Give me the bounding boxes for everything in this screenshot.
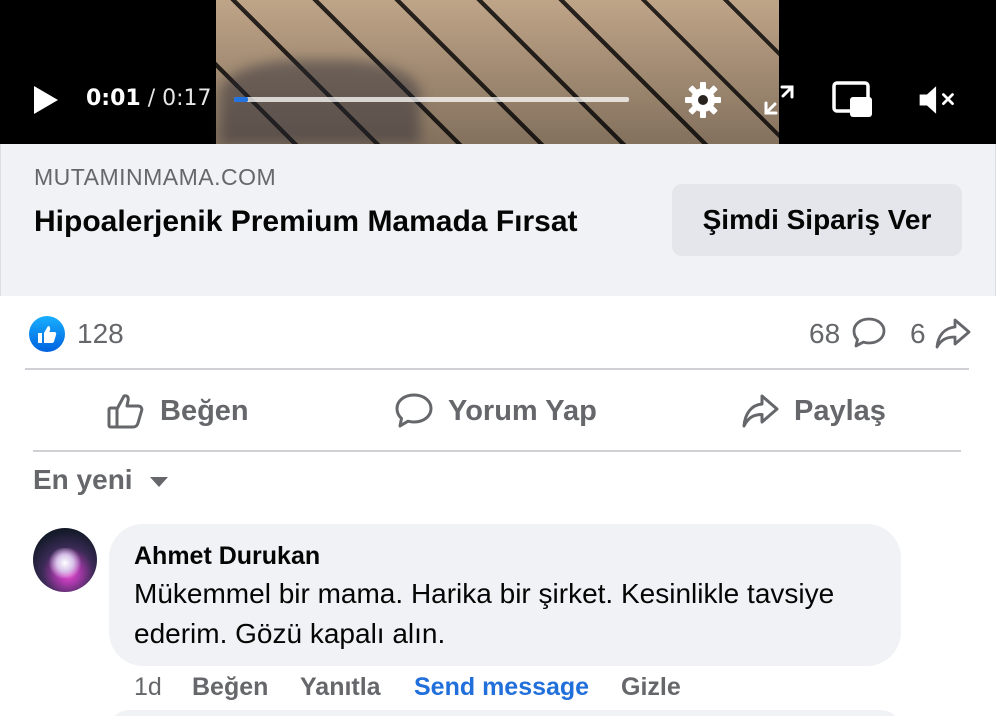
comment-text: Mükemmel bir mama. Harika bir şirket. Ke… xyxy=(134,578,835,649)
comment-count-icon xyxy=(852,317,886,348)
order-now-button[interactable]: Şimdi Sipariş Ver xyxy=(672,184,962,256)
comment-bubble: Ahmet Durukan Mükemmel bir mama. Harika … xyxy=(109,524,901,666)
time-separator: / xyxy=(140,86,163,111)
hide-comment-link[interactable]: Gizle xyxy=(621,673,681,702)
send-message-link[interactable]: Send message xyxy=(414,673,589,702)
progress-bar[interactable] xyxy=(234,97,629,102)
comment-author[interactable]: Ahmet Durukan xyxy=(134,542,320,571)
volume-muted-icon xyxy=(919,86,954,114)
comment-icon xyxy=(395,393,433,428)
picture-in-picture-icon xyxy=(832,81,872,117)
pip-button[interactable] xyxy=(832,80,874,120)
share-count-icon xyxy=(935,318,971,349)
comment-time[interactable]: 1d xyxy=(134,673,162,702)
avatar[interactable] xyxy=(33,528,97,592)
video-player[interactable]: 0:01 / 0:17 xyxy=(0,0,996,144)
thumbs-up-icon xyxy=(38,326,57,343)
comment-reply-link[interactable]: Yanıtla xyxy=(300,673,381,702)
divider xyxy=(33,450,961,452)
comment-count[interactable]: 68 xyxy=(809,318,840,350)
mute-button[interactable] xyxy=(916,80,958,120)
divider xyxy=(25,368,969,370)
fullscreen-icon xyxy=(764,85,794,115)
settings-gear-icon xyxy=(685,82,721,118)
link-title[interactable]: Hipoalerjenik Premium Mamada Fırsat xyxy=(34,202,594,242)
share-count[interactable]: 6 xyxy=(910,318,926,350)
settings-button[interactable] xyxy=(682,80,724,120)
thumbs-up-outline-icon xyxy=(107,394,144,429)
like-button[interactable]: Beğen xyxy=(106,388,249,434)
total-time: 0:17 xyxy=(162,86,212,111)
video-time: 0:01 / 0:17 xyxy=(86,86,212,111)
like-reaction-icon[interactable] xyxy=(29,316,65,352)
share-label: Paylaş xyxy=(794,394,886,427)
current-time: 0:01 xyxy=(86,86,141,111)
share-icon xyxy=(742,394,779,428)
play-icon xyxy=(34,86,58,114)
next-comment-bubble xyxy=(109,710,901,716)
play-button[interactable] xyxy=(30,84,62,116)
link-domain: MUTAMINMAMA.COM xyxy=(34,164,277,190)
caret-down-icon xyxy=(149,477,168,487)
share-button[interactable]: Paylaş xyxy=(740,388,886,434)
video-shadow xyxy=(220,60,420,144)
comment-sort-dropdown[interactable]: En yeni xyxy=(33,464,169,496)
comment-like-link[interactable]: Beğen xyxy=(192,673,268,702)
comment-button[interactable]: Yorum Yap xyxy=(394,388,597,434)
link-preview-card[interactable]: MUTAMINMAMA.COM Hipoalerjenik Premium Ma… xyxy=(0,144,996,296)
comment-label: Yorum Yap xyxy=(448,394,597,427)
progress-fill xyxy=(234,97,248,102)
like-count[interactable]: 128 xyxy=(77,318,124,350)
sort-label: En yeni xyxy=(33,464,133,495)
fullscreen-button[interactable] xyxy=(758,80,800,120)
reactions-summary: 128 68 6 xyxy=(0,296,996,368)
like-label: Beğen xyxy=(160,394,249,427)
